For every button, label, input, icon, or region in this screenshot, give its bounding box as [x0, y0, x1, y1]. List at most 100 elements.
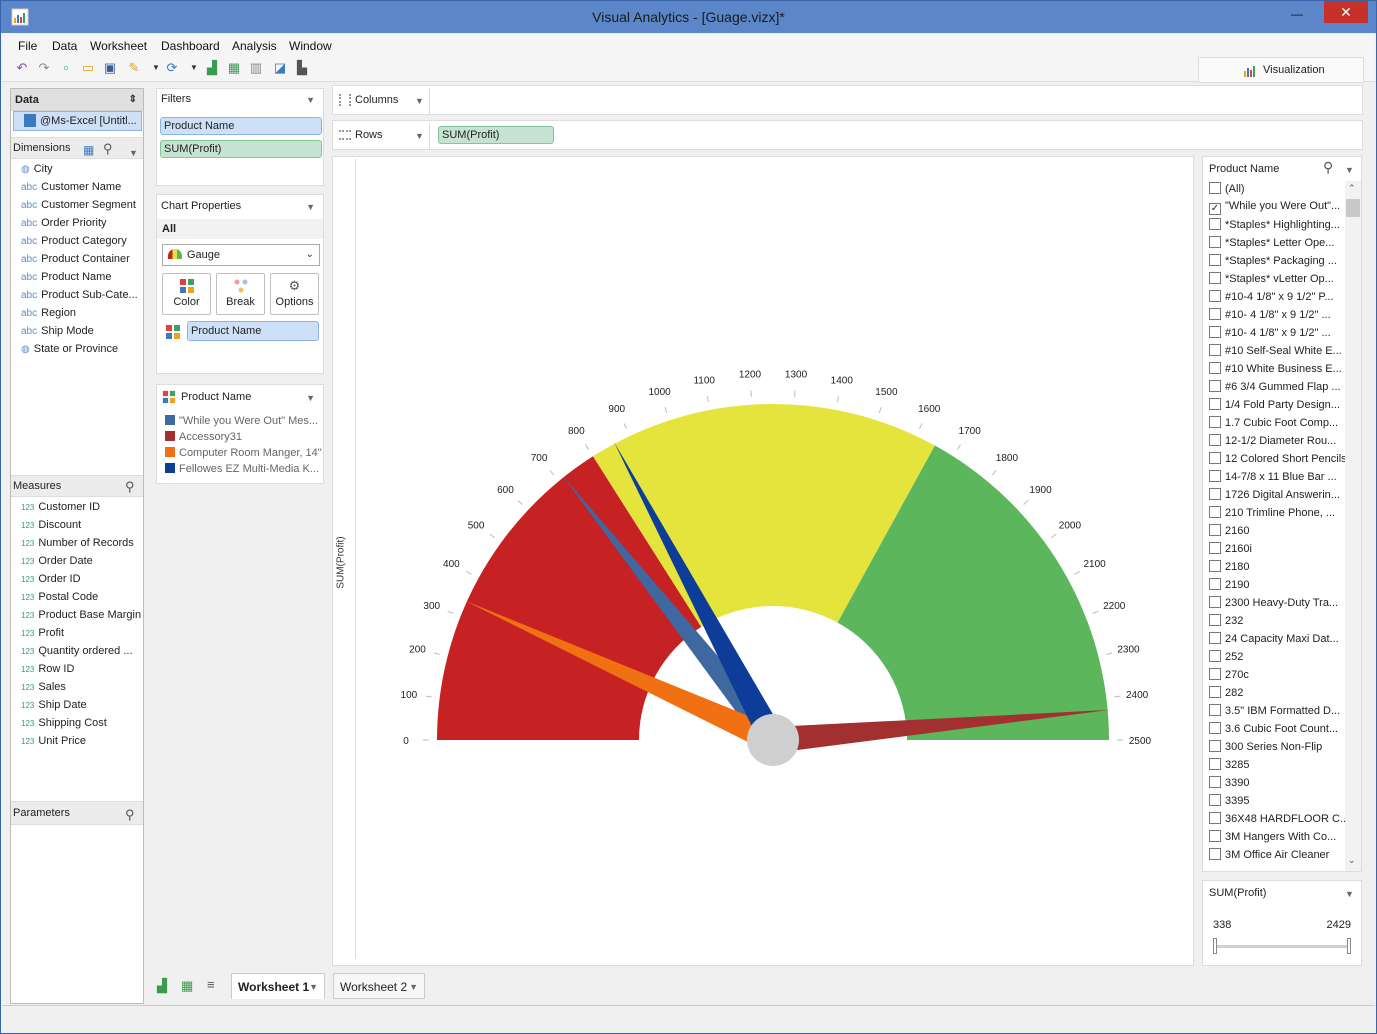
filter-pill-sum-profit[interactable]: SUM(Profit) — [160, 140, 322, 158]
filter-list-item[interactable]: (All) — [1209, 182, 1345, 200]
filter-list-item[interactable]: *Staples* Highlighting... — [1209, 218, 1345, 236]
checkbox[interactable] — [1209, 506, 1221, 518]
menu-dashboard[interactable]: Dashboard — [161, 39, 220, 53]
filter-list-item[interactable]: 3M Hangers With Co... — [1209, 830, 1345, 848]
filter-list-item[interactable]: 24 Capacity Maxi Dat... — [1209, 632, 1345, 650]
legend-item[interactable]: Accessory31 — [165, 431, 242, 447]
filter-list-item[interactable]: 270c — [1209, 668, 1345, 686]
data-source-item[interactable]: @Ms-Excel [Untitl... — [13, 111, 142, 131]
legend-item[interactable]: Fellowes EZ Multi-Media K... — [165, 463, 319, 479]
measure-item[interactable]: 123 Order ID — [21, 570, 81, 588]
checkbox[interactable] — [1209, 614, 1221, 626]
filters-dropdown-icon[interactable]: ▼ — [306, 95, 315, 105]
checkbox[interactable] — [1209, 686, 1221, 698]
checkbox[interactable] — [1209, 812, 1221, 824]
filter-list-item[interactable]: 2180 — [1209, 560, 1345, 578]
open-folder-icon[interactable]: ▭ — [80, 60, 96, 76]
checkbox[interactable] — [1209, 416, 1221, 428]
data-panel-sort-icon[interactable]: ⇕ — [129, 89, 137, 111]
checkbox[interactable] — [1209, 830, 1221, 842]
filter-list-item[interactable]: 252 — [1209, 650, 1345, 668]
filter-list-item[interactable]: 3395 — [1209, 794, 1345, 812]
checkbox[interactable] — [1209, 290, 1221, 302]
filter-list-item[interactable]: #10- 4 1/8" x 9 1/2" ... — [1209, 308, 1345, 326]
checkbox[interactable] — [1209, 776, 1221, 788]
filter-list-item[interactable]: 2190 — [1209, 578, 1345, 596]
new-dashboard-tab-icon[interactable]: ▦ — [181, 978, 193, 994]
range-filter-dropdown-icon[interactable]: ▼ — [1345, 889, 1354, 899]
tab-worksheet-1-dropdown-icon[interactable]: ▼ — [309, 974, 318, 1000]
checkbox[interactable] — [1209, 452, 1221, 464]
dimension-item[interactable]: abc Product Category — [21, 232, 127, 250]
measure-item[interactable]: 123 Postal Code — [21, 588, 98, 606]
measure-item[interactable]: 123 Unit Price — [21, 732, 86, 750]
menu-file[interactable]: File — [18, 39, 37, 53]
checkbox[interactable] — [1209, 794, 1221, 806]
new-worksheet-icon[interactable]: ▟ — [204, 60, 220, 76]
filter-list-item[interactable]: 1.7 Cubic Foot Comp... — [1209, 416, 1345, 434]
range-slider-max-handle[interactable] — [1347, 938, 1351, 954]
filter-list-item[interactable]: 210 Trimline Phone, ... — [1209, 506, 1345, 524]
filter-list-item[interactable]: 232 — [1209, 614, 1345, 632]
filter-list-item[interactable]: *Staples* Letter Ope... — [1209, 236, 1345, 254]
filter-card-dropdown-icon[interactable]: ▼ — [1345, 165, 1354, 175]
minimize-button[interactable]: — — [1284, 5, 1310, 25]
checkbox[interactable] — [1209, 398, 1221, 410]
dimensions-dropdown-icon[interactable]: ▼ — [129, 143, 138, 163]
checked-checkbox[interactable]: ✓ — [1209, 203, 1221, 215]
legend-item[interactable]: Computer Room Manger, 14" — [165, 447, 322, 463]
close-button[interactable]: ✕ — [1324, 1, 1368, 23]
dimension-item[interactable]: abc Customer Name — [21, 178, 121, 196]
filter-list-item[interactable]: 2300 Heavy-Duty Tra... — [1209, 596, 1345, 614]
checkbox[interactable] — [1209, 542, 1221, 554]
checkbox[interactable] — [1209, 722, 1221, 734]
checkbox[interactable] — [1209, 632, 1221, 644]
filter-list-item[interactable]: #10 Self-Seal White E... — [1209, 344, 1345, 362]
filter-list-item[interactable]: #6 3/4 Gummed Flap ... — [1209, 380, 1345, 398]
measure-item[interactable]: 123 Profit — [21, 624, 64, 642]
rows-pill-sum-profit[interactable]: SUM(Profit) — [438, 126, 554, 144]
measure-item[interactable]: 123 Row ID — [21, 660, 74, 678]
checkbox[interactable] — [1209, 848, 1221, 860]
checkbox[interactable] — [1209, 650, 1221, 662]
filter-list-item[interactable]: 300 Series Non-Flip — [1209, 740, 1345, 758]
parameters-search-icon[interactable]: ⚲ — [125, 804, 135, 826]
measure-item[interactable]: 123 Order Date — [21, 552, 93, 570]
filter-list-item[interactable]: 12 Colored Short Pencils — [1209, 452, 1345, 470]
checkbox[interactable] — [1209, 470, 1221, 482]
legend-dropdown-icon[interactable]: ▼ — [306, 393, 315, 403]
checkbox[interactable] — [1209, 758, 1221, 770]
color-field-pill[interactable]: Product Name — [187, 321, 319, 341]
filter-list-item[interactable]: 3285 — [1209, 758, 1345, 776]
measures-search-icon[interactable]: ⚲ — [125, 477, 135, 497]
filter-list-item[interactable]: 2160 — [1209, 524, 1345, 542]
chart-scope-all[interactable]: All — [157, 219, 323, 239]
dimension-item[interactable]: abc Product Sub-Cate... — [21, 286, 138, 304]
checkbox[interactable] — [1209, 272, 1221, 284]
menu-data[interactable]: Data — [52, 39, 77, 53]
filter-list-item[interactable]: 2160i — [1209, 542, 1345, 560]
filter-list-item[interactable]: 36X48 HARDFLOOR C... — [1209, 812, 1345, 830]
filter-list-item[interactable]: 3.5" IBM Formatted D... — [1209, 704, 1345, 722]
color-button[interactable]: Color — [162, 273, 211, 315]
filter-list-item[interactable]: 282 — [1209, 686, 1345, 704]
filter-list-item[interactable]: #10 White Business E... — [1209, 362, 1345, 380]
dimensions-search-icon[interactable]: ⚲ — [103, 139, 113, 159]
checkbox[interactable] — [1209, 380, 1221, 392]
measure-item[interactable]: 123 Customer ID — [21, 498, 100, 516]
filter-list-item[interactable]: ✓ "While you Were Out"... — [1209, 200, 1345, 218]
menu-analysis[interactable]: Analysis — [232, 39, 277, 53]
clear-icon[interactable]: ◪ — [272, 60, 288, 76]
redo-icon[interactable]: ↷ — [36, 60, 52, 76]
chart-type-select[interactable]: Gauge ⌄ — [162, 244, 320, 266]
filter-list-item[interactable]: 1726 Digital Answerin... — [1209, 488, 1345, 506]
new-icon[interactable]: ▫ — [58, 60, 74, 76]
table-view-icon[interactable]: ▦ — [83, 140, 94, 160]
save-icon[interactable]: ▣ — [102, 60, 118, 76]
checkbox[interactable] — [1209, 668, 1221, 680]
visualization-button[interactable]: Visualization — [1198, 57, 1364, 83]
scroll-up-icon[interactable]: ⌃ — [1348, 183, 1356, 194]
measure-item[interactable]: 123 Sales — [21, 678, 66, 696]
menu-window[interactable]: Window — [289, 39, 332, 53]
tab-worksheet-2-dropdown-icon[interactable]: ▼ — [409, 974, 418, 1000]
